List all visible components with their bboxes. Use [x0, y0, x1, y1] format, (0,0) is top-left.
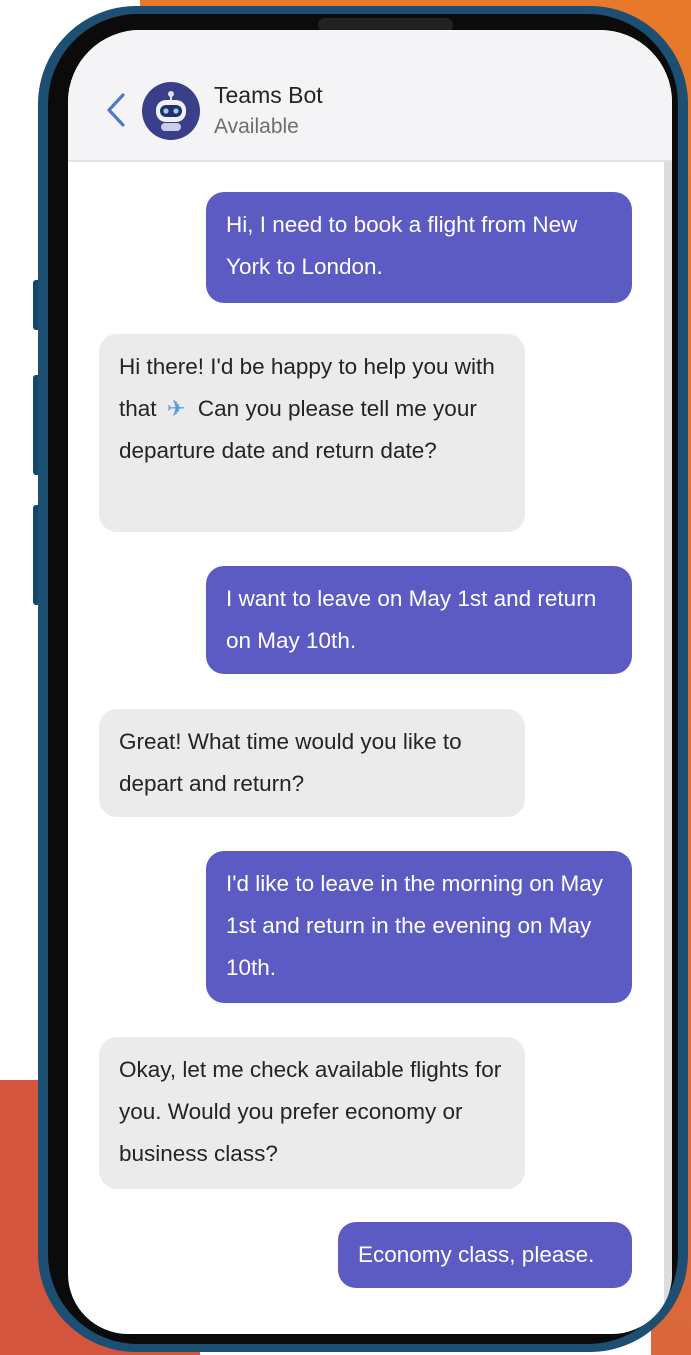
message-text: I'd like to leave in the morning on May …: [226, 871, 603, 980]
bot-message: Great! What time would you like to depar…: [99, 709, 525, 817]
robot-icon: [156, 91, 186, 131]
phone-screen: Teams Bot Available Hi, I need to book a…: [68, 30, 672, 1334]
user-message: Hi, I need to book a flight from New Yor…: [206, 192, 632, 303]
user-message: Economy class, please.: [338, 1222, 632, 1288]
airplane-icon: ✈: [166, 396, 186, 421]
user-message: I'd like to leave in the morning on May …: [206, 851, 632, 1003]
back-button[interactable]: [102, 92, 130, 128]
bot-message: Okay, let me check available flights for…: [99, 1037, 525, 1189]
user-message: I want to leave on May 1st and return on…: [206, 566, 632, 674]
chevron-left-icon: [107, 93, 125, 127]
chat-header: Teams Bot Available: [68, 30, 672, 162]
message-text: Hi, I need to book a flight from New Yor…: [226, 212, 578, 279]
message-text: I want to leave on May 1st and return on…: [226, 586, 597, 653]
bot-status: Available: [214, 115, 299, 138]
chat-scrollbar[interactable]: [664, 162, 672, 1334]
bot-message: Hi there! I'd be happy to help you with …: [99, 334, 525, 532]
bot-name: Teams Bot: [214, 82, 323, 108]
message-text: Great! What time would you like to depar…: [119, 729, 462, 796]
bot-avatar[interactable]: [142, 82, 200, 140]
message-list: Hi, I need to book a flight from New Yor…: [68, 162, 664, 1334]
message-text: Economy class, please.: [358, 1242, 595, 1267]
message-text: Okay, let me check available flights for…: [119, 1057, 502, 1166]
